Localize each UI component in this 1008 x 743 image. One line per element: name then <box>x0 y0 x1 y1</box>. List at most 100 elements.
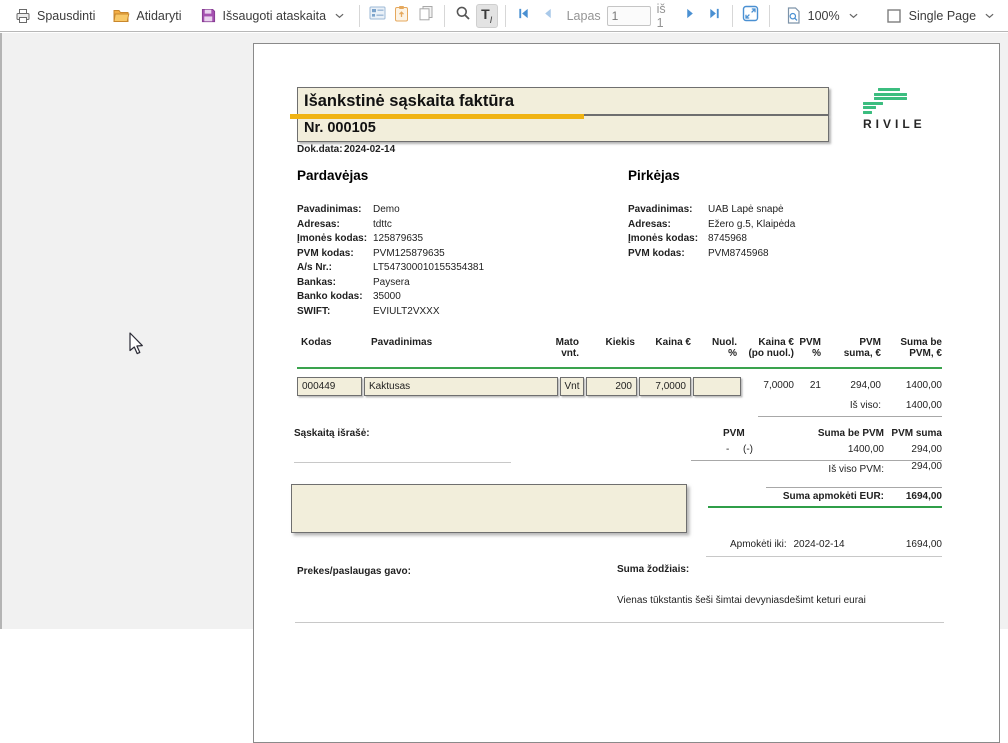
next-page-button[interactable] <box>679 4 701 28</box>
seller-value: Demo <box>373 203 400 218</box>
col-header-kaina-po-nuol: Kaina €(po nuol.) <box>734 337 794 359</box>
search-icon <box>455 5 471 26</box>
vat-row-code: - <box>726 444 729 455</box>
pay-by-date: 2024-02-14 <box>793 539 844 550</box>
signature-field[interactable] <box>291 484 687 533</box>
total-due-label: Suma apmokėti EUR: <box>734 491 884 502</box>
seller-label: SWIFT: <box>297 305 373 320</box>
copy-button[interactable] <box>415 4 437 28</box>
buyer-label: Įmonės kodas: <box>628 232 708 247</box>
rivile-logo: RIVILE <box>863 88 923 131</box>
next-page-icon <box>685 7 696 25</box>
previous-page-button[interactable] <box>537 4 559 28</box>
page-label: Lapas <box>567 9 601 23</box>
fullscreen-icon <box>742 5 759 27</box>
first-page-button[interactable] <box>513 4 535 28</box>
page-total-label: iš 1 <box>657 2 673 30</box>
seller-value: Paysera <box>373 276 410 291</box>
vat-row-name: (-) <box>743 444 753 455</box>
total-due-value: 1694,00 <box>882 491 942 502</box>
item-name-field[interactable]: Kaktusas <box>364 377 558 396</box>
parameters-button[interactable] <box>391 4 413 28</box>
seller-label: PVM kodas: <box>297 247 373 262</box>
issued-by-line <box>294 462 511 463</box>
open-label: Atidaryti <box>136 9 181 23</box>
rivile-logo-bars-icon <box>863 88 923 114</box>
buyer-details: Pavadinimas:UAB Lapė snapė Adresas:Ežero… <box>628 203 795 261</box>
search-button[interactable] <box>452 4 474 28</box>
buyer-label: Adresas: <box>628 218 708 233</box>
item-price-field[interactable]: 7,0000 <box>639 377 691 396</box>
buyer-value: 8745968 <box>708 232 747 247</box>
bottom-divider <box>295 622 944 623</box>
zoom-control[interactable]: 100% <box>777 3 866 28</box>
print-label: Spausdinti <box>37 9 95 23</box>
view-mode-control[interactable]: Single Page <box>878 3 1002 28</box>
invoice-title-box: Išankstinė sąskaita faktūra <box>297 87 829 115</box>
seller-label: Banko kodas: <box>297 290 373 305</box>
col-header-pvm-suma: PVMsuma, € <box>821 337 881 359</box>
printer-icon <box>14 7 31 24</box>
left-window-edge <box>0 33 2 629</box>
document-map-button[interactable] <box>367 4 389 28</box>
item-vat-percent: 21 <box>791 380 821 391</box>
buyer-value: UAB Lapė snapė <box>708 203 784 218</box>
item-code-field[interactable]: 000449 <box>297 377 362 396</box>
chevron-down-icon <box>849 13 858 19</box>
seller-value: 125879635 <box>373 232 423 247</box>
pay-by-amount: 1694,00 <box>882 539 942 550</box>
print-button[interactable]: Spausdinti <box>6 3 103 28</box>
toolbar-separator <box>444 5 445 27</box>
toolbar-separator <box>769 5 770 27</box>
copy-icon <box>418 5 434 26</box>
vat-total-divider <box>766 487 942 488</box>
toolbar-separator <box>505 5 506 27</box>
doc-date-label: Dok.data: <box>297 143 344 158</box>
seller-label: A/s Nr.: <box>297 261 373 276</box>
seller-value: EVIULT2VXXX <box>373 305 440 320</box>
chevron-down-icon <box>985 13 994 19</box>
col-header-nuol: Nuol.% <box>687 337 737 359</box>
item-qty-field[interactable]: 200 <box>586 377 637 396</box>
text-selection-button[interactable]: TI <box>476 4 498 28</box>
buyer-label: Pavadinimas: <box>628 203 708 218</box>
document-map-icon <box>369 5 386 26</box>
open-button[interactable]: Atidaryti <box>105 3 189 28</box>
received-by-label: Prekes/paslaugas gavo: <box>297 566 411 577</box>
doc-date-row: Dok.data: 2024-02-14 <box>297 143 395 158</box>
zoom-value: 100% <box>808 9 840 23</box>
mouse-cursor <box>128 332 146 363</box>
seller-label: Įmonės kodas: <box>297 232 373 247</box>
buyer-heading: Pirkėjas <box>628 168 680 183</box>
seller-heading: Pardavėjas <box>297 168 368 183</box>
clipboard-icon <box>394 5 409 27</box>
save-icon <box>200 7 217 24</box>
seller-value: tdttc <box>373 218 392 233</box>
buyer-label: PVM kodas: <box>628 247 708 262</box>
title-underline <box>290 114 584 119</box>
checkbox-icon <box>886 7 903 24</box>
buyer-value: PVM8745968 <box>708 247 769 262</box>
save-report-button[interactable]: Išsaugoti ataskaita <box>192 3 353 28</box>
vat-col-pvm: PVM <box>723 428 745 439</box>
folder-icon <box>113 7 130 24</box>
invoice-title: Išankstinė sąskaita faktūra <box>298 88 828 111</box>
invoice-page: Išankstinė sąskaita faktūra Nr. 000105 R… <box>253 43 1000 743</box>
page-number-input[interactable] <box>607 6 651 26</box>
toolbar-separator <box>732 5 733 27</box>
previous-page-icon <box>542 7 553 25</box>
seller-label: Adresas: <box>297 218 373 233</box>
doc-date-value: 2024-02-14 <box>344 143 395 158</box>
seller-value: 35000 <box>373 290 401 305</box>
seller-value: LT547300010155354381 <box>373 261 484 276</box>
fullscreen-button[interactable] <box>740 4 762 28</box>
first-page-icon <box>517 7 530 25</box>
rivile-logo-text: RIVILE <box>863 117 923 131</box>
item-sum-no-vat: 1400,00 <box>882 380 942 391</box>
buyer-value: Ežero g.5, Klaipėda <box>708 218 795 233</box>
seller-label: Pavadinimas: <box>297 203 373 218</box>
col-header-kiekis: Kiekis <box>575 337 635 348</box>
issued-by-label: Sąskaitą išrašė: <box>294 428 370 439</box>
last-page-button[interactable] <box>703 4 725 28</box>
item-unit-field[interactable]: Vnt <box>560 377 584 396</box>
